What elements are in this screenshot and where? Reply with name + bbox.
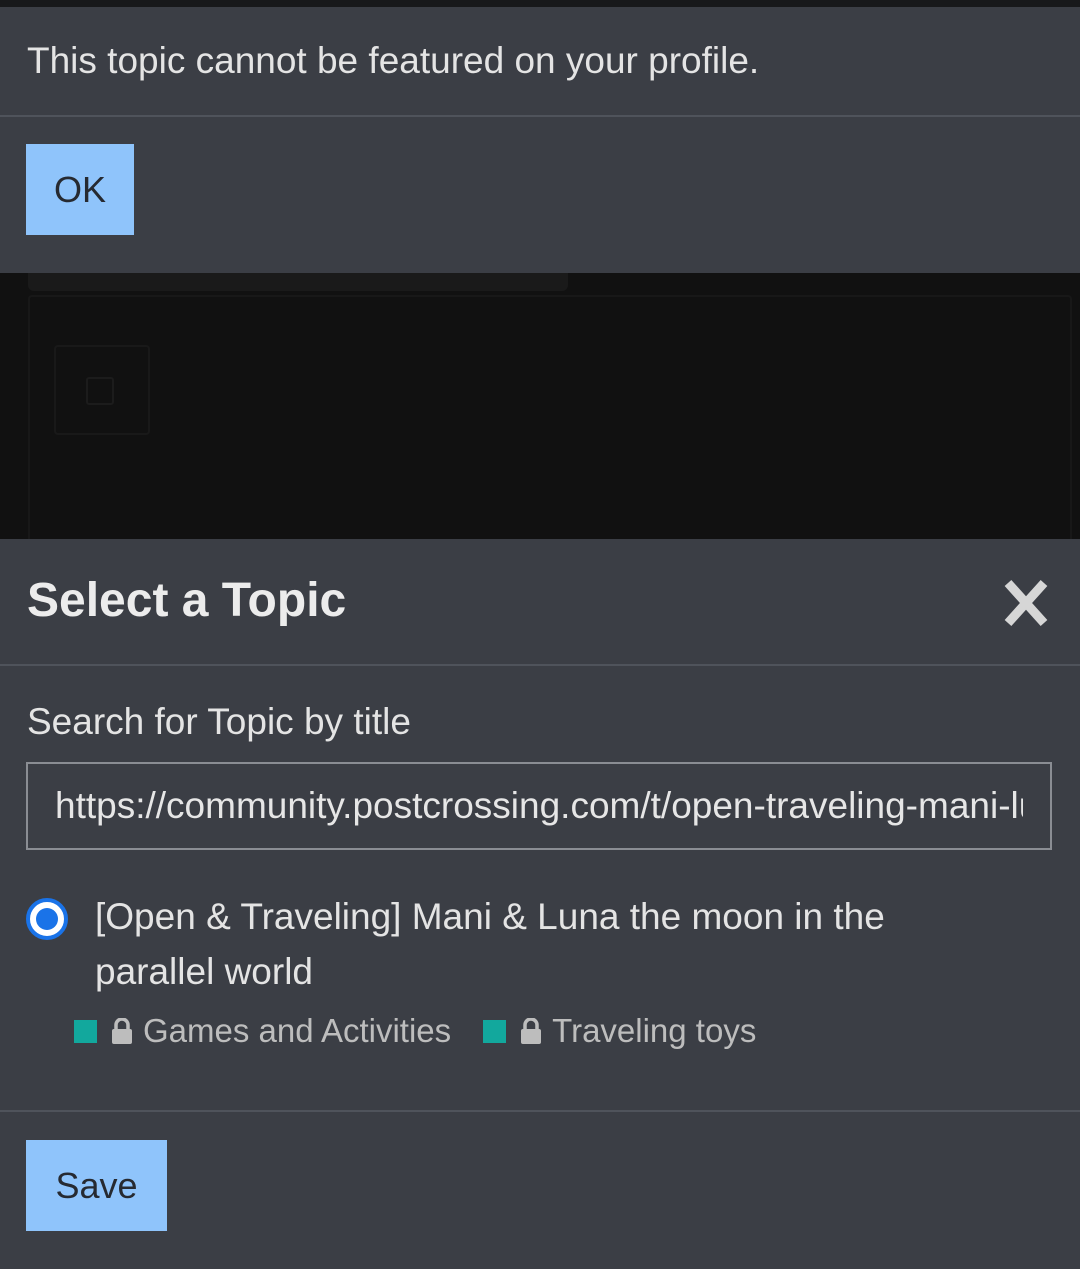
topic-tags: Games and Activities Traveling toys xyxy=(74,1007,788,1055)
lock-icon xyxy=(112,1018,132,1044)
alert-dialog: This topic cannot be featured on your pr… xyxy=(0,7,1080,273)
lock-icon xyxy=(521,1018,542,1044)
category-color-swatch xyxy=(74,1019,97,1043)
category-color-swatch xyxy=(483,1019,507,1043)
modal-backdrop[interactable] xyxy=(0,273,1080,539)
obscured-panel xyxy=(28,295,1072,539)
category-tag[interactable]: Games and Activities xyxy=(74,1012,451,1050)
select-topic-modal: Select a Topic Search for Topic by title… xyxy=(0,539,1080,1269)
search-input[interactable] xyxy=(26,762,1052,850)
topic-title[interactable]: [Open & Traveling] Mani & Luna the moon … xyxy=(95,889,995,999)
topic-radio[interactable] xyxy=(26,898,68,940)
alert-message: This topic cannot be featured on your pr… xyxy=(27,40,760,81)
save-button[interactable]: Save xyxy=(26,1140,167,1231)
category-label: Games and Activities xyxy=(143,1012,452,1049)
modal-title: Select a Topic xyxy=(27,574,347,627)
top-bar xyxy=(0,0,1080,7)
divider xyxy=(0,664,1080,666)
category-label: Traveling toys xyxy=(552,1012,757,1049)
divider xyxy=(0,1110,1080,1112)
close-icon[interactable] xyxy=(1000,579,1052,627)
ok-button[interactable]: OK xyxy=(26,144,134,235)
search-label: Search for Topic by title xyxy=(27,701,411,742)
category-tag[interactable]: Traveling toys xyxy=(483,1012,756,1050)
obscured-content xyxy=(28,273,568,291)
obscured-box xyxy=(54,345,150,435)
divider xyxy=(0,115,1080,117)
